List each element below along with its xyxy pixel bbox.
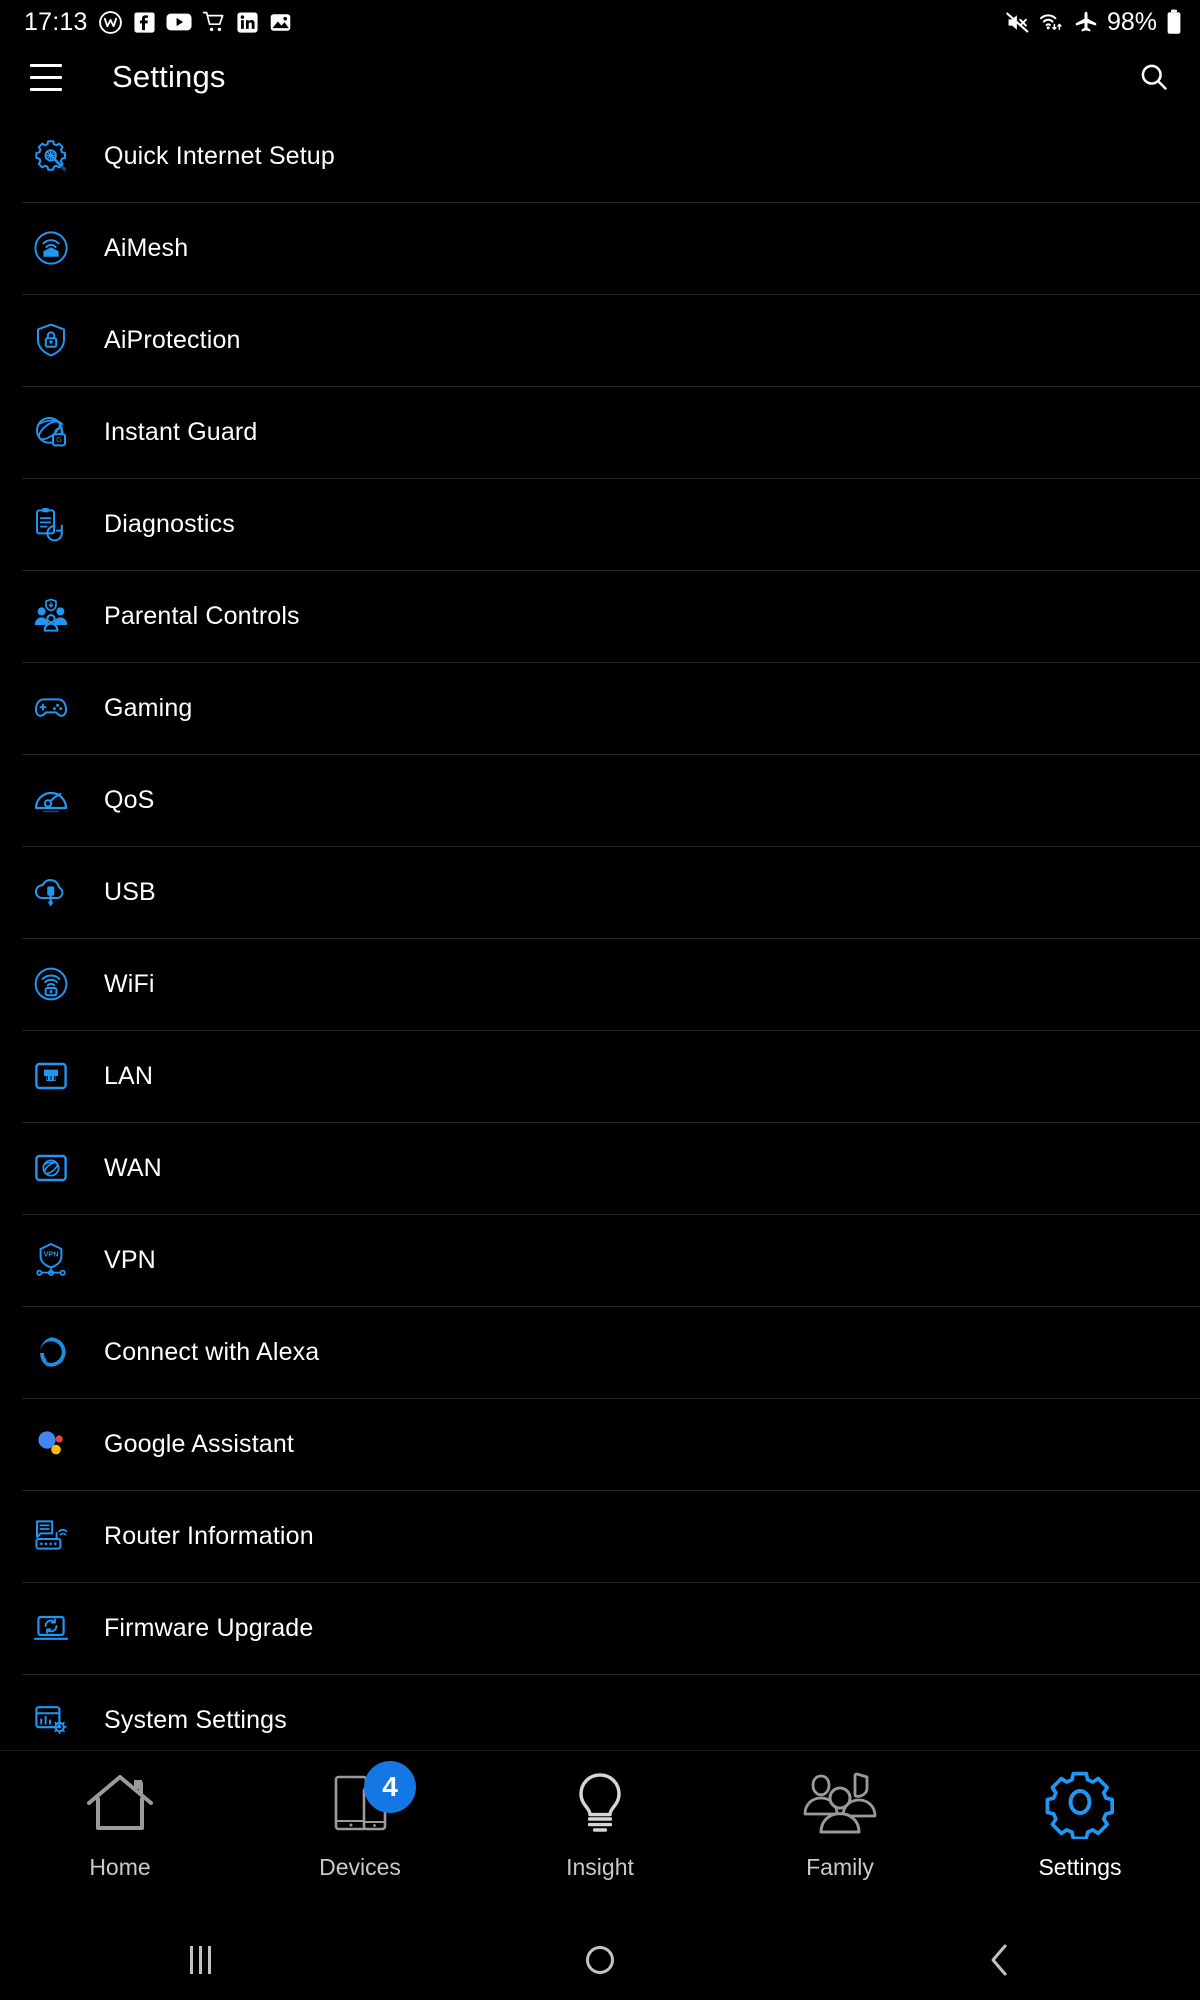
family-icon [799,1765,881,1843]
home-icon [84,1765,156,1843]
speedometer-icon [30,779,72,821]
list-item-wifi[interactable]: WiFi [0,938,1200,1030]
list-item-label: AiMesh [104,233,189,262]
hamburger-menu-icon[interactable] [28,55,72,99]
globe-square-icon [30,1147,72,1189]
shield-lock-icon [30,319,72,361]
app-screen: 17:13 98% Settings Quick Internet Setup … [0,0,1200,2000]
firmware-upgrade-icon [30,1607,72,1649]
tab-family[interactable]: Family [720,1751,960,1920]
tab-label: Devices [319,1854,401,1880]
page-title: Settings [112,59,226,94]
list-item-vpn[interactable]: VPN VPN [0,1214,1200,1306]
list-item-label: LAN [104,1061,154,1090]
tab-home[interactable]: Home [0,1751,240,1920]
devices-icon: 4 [324,1761,416,1843]
globe-lock-icon: G [30,411,72,453]
tab-label: Family [806,1854,874,1880]
list-item-quick-internet-setup[interactable]: Quick Internet Setup [0,110,1200,202]
tab-label: Settings [1038,1854,1122,1880]
system-settings-icon [30,1699,72,1741]
list-item-label: Router Information [104,1521,314,1550]
list-item-label: Gaming [104,693,193,722]
wifi-router-icon [30,963,72,1005]
mute-icon [1006,12,1029,32]
list-item-system-settings[interactable]: System Settings [0,1674,1200,1750]
list-item-label: System Settings [104,1705,287,1734]
list-item-gaming[interactable]: Gaming [0,662,1200,754]
settings-list[interactable]: Quick Internet Setup AiMesh AiProtection… [0,110,1200,1750]
vpn-shield-icon: VPN [30,1239,72,1281]
list-item-wan[interactable]: WAN [0,1122,1200,1214]
list-item-label: USB [104,877,156,906]
list-item-label: Firmware Upgrade [104,1613,314,1642]
list-item-label: AiProtection [104,325,241,354]
devices-badge: 4 [364,1761,416,1813]
list-item-label: Parental Controls [104,601,300,630]
tab-settings[interactable]: Settings [960,1751,1200,1920]
list-item-firmware-upgrade[interactable]: Firmware Upgrade [0,1582,1200,1674]
list-item-label: QoS [104,785,155,814]
list-item-label: WiFi [104,969,155,998]
ethernet-port-icon [30,1055,72,1097]
mesh-home-icon [30,227,72,269]
search-icon[interactable] [1130,53,1178,101]
gear-wand-icon [30,135,72,177]
tab-label: Insight [566,1854,634,1880]
list-item-label: Quick Internet Setup [104,141,335,170]
list-item-label: Instant Guard [104,417,258,446]
status-bar-right: 98% [1005,9,1182,35]
list-item-diagnostics[interactable]: Diagnostics [0,478,1200,570]
list-item-label: VPN [104,1245,156,1274]
tab-label: Home [89,1854,151,1880]
list-item-lan[interactable]: LAN [0,1030,1200,1122]
router-info-icon [30,1515,72,1557]
list-item-usb[interactable]: USB [0,846,1200,938]
gear-icon [1043,1765,1117,1843]
list-item-label: WAN [104,1153,162,1182]
family-shield-icon [30,595,72,637]
bottom-tab-bar: Home 4 Devices Insight Family Settings [0,1750,1200,1920]
app-header: Settings [0,44,1200,110]
list-item-aiprotection[interactable]: AiProtection [0,294,1200,386]
list-item-google-assistant[interactable]: Google Assistant [0,1398,1200,1490]
tab-insight[interactable]: Insight [480,1751,720,1920]
list-item-label: Diagnostics [104,509,235,538]
battery-icon [1167,9,1181,34]
svg-text:VPN: VPN [44,1250,59,1259]
svg-text:G: G [56,435,62,444]
list-item-instant-guard[interactable]: G Instant Guard [0,386,1200,478]
back-chevron-icon[interactable] [800,1943,1200,1977]
gamepad-icon [30,687,72,729]
lightbulb-icon [564,1765,636,1843]
list-item-connect-with-alexa[interactable]: Connect with Alexa [0,1306,1200,1398]
android-navigation-bar [0,1920,1200,2000]
airplane-mode-icon [1075,11,1097,32]
list-item-aimesh[interactable]: AiMesh [0,202,1200,294]
status-bar-left: 17:13 [24,7,292,36]
clipboard-diagnostics-icon [30,503,72,545]
usb-cloud-icon [30,871,72,913]
youtube-icon [166,13,192,31]
list-item-label: Google Assistant [104,1429,295,1458]
list-item-router-information[interactable]: Router Information [0,1490,1200,1582]
recents-icon[interactable] [0,1946,400,1974]
list-item-parental-controls[interactable]: Parental Controls [0,570,1200,662]
status-bar-clock: 17:13 [24,7,88,36]
home-circle-icon[interactable] [400,1946,800,1974]
status-bar: 17:13 98% [0,0,1200,44]
wifi-icon [1039,14,1062,30]
linkedin-icon [237,11,258,33]
facebook-icon [134,11,155,33]
workplace-icon [98,10,122,34]
photos-icon [270,13,290,31]
tab-devices[interactable]: 4 Devices [240,1751,480,1920]
google-assistant-icon [30,1423,72,1465]
list-item-qos[interactable]: QoS [0,754,1200,846]
list-item-label: Connect with Alexa [104,1337,320,1366]
battery-percentage: 98% [1106,7,1157,36]
shopping-cart-icon [202,11,224,32]
alexa-ring-icon [30,1331,72,1373]
